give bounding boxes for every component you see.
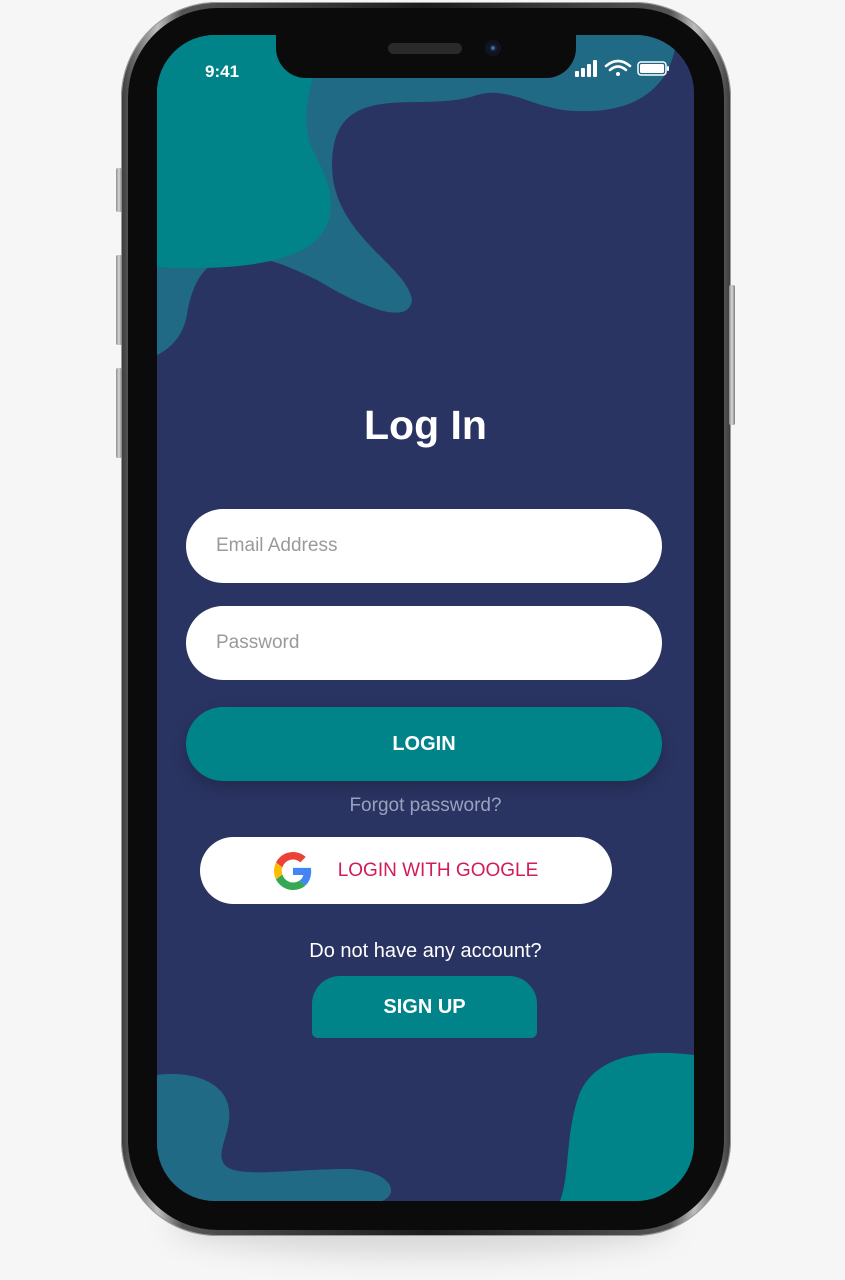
wifi-icon — [604, 59, 632, 76]
no-account-text: Do not have any account? — [309, 940, 542, 962]
signup-button[interactable]: SIGN UP — [312, 976, 537, 1038]
login-button-label: LOGIN — [392, 732, 456, 755]
speaker-grille — [388, 43, 462, 54]
power-button — [729, 285, 735, 425]
password-input[interactable] — [186, 606, 662, 680]
status-time: 9:41 — [205, 62, 240, 81]
signal-icon — [575, 60, 597, 77]
front-camera — [485, 40, 501, 56]
notch — [276, 35, 576, 78]
google-login-button[interactable]: LOGIN WITH GOOGLE — [200, 837, 612, 904]
status-icons — [575, 59, 670, 84]
page-title: Log In — [364, 402, 487, 448]
volume-down-button — [116, 368, 122, 458]
google-icon — [273, 851, 311, 890]
google-login-label: LOGIN WITH GOOGLE — [337, 859, 539, 881]
battery-icon — [637, 61, 669, 76]
login-button[interactable]: LOGIN — [186, 707, 662, 781]
signup-button-label: SIGN UP — [383, 995, 466, 1018]
email-input[interactable] — [186, 509, 662, 583]
volume-up-button — [116, 255, 122, 345]
forgot-password-link[interactable]: Forgot password? — [157, 795, 694, 817]
silent-switch — [116, 168, 122, 212]
phone-screen: 9:41 Log In LOGIN Forgot pas — [157, 35, 694, 1201]
